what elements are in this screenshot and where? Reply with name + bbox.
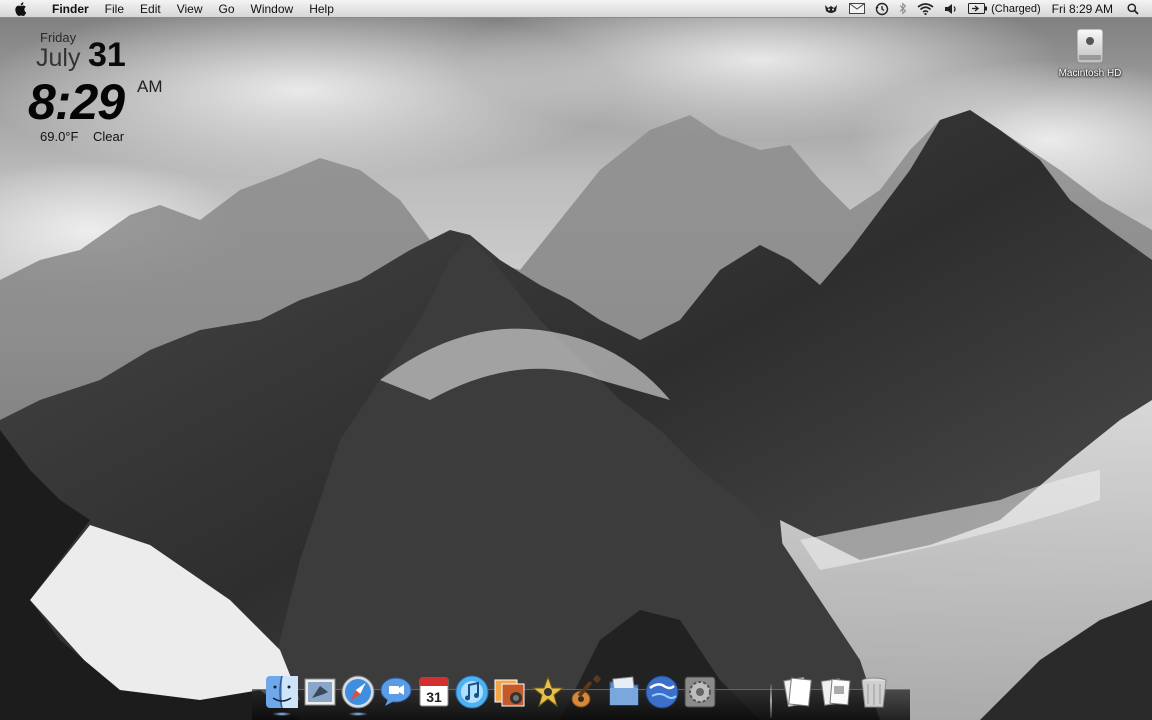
trash-icon[interactable] [856,674,892,710]
iphoto-icon[interactable] [492,674,528,710]
widget-date: 31 [88,36,126,74]
hard-drive-icon [1072,27,1108,65]
widget-day: Friday [40,30,77,45]
menu-edit[interactable]: Edit [132,0,169,18]
macintosh-hd-label: Macintosh HD [1058,68,1122,79]
itunes-icon[interactable] [454,674,490,710]
menu-bar: Finder File Edit View Go Window Help (Ch… [0,0,1152,18]
system-preferences-icon[interactable] [682,674,718,710]
safari-running-indicator [348,712,368,716]
apple-logo-icon[interactable] [0,1,44,16]
dock: 31 [252,668,910,720]
widget-condition: Clear [93,129,125,144]
widget-month: July [36,44,81,72]
google-earth-icon[interactable] [644,674,680,710]
mail-icon[interactable] [302,674,338,710]
widget-ampm: AM [137,77,163,96]
battery-icon [968,3,988,14]
spotlight-search-icon[interactable] [1127,0,1139,18]
app-menu-finder[interactable]: Finder [44,0,97,18]
downloads-stack-icon[interactable] [606,674,642,710]
documents-stack-icon[interactable] [780,674,816,710]
ical-date-text: 31 [426,689,442,705]
menu-view[interactable]: View [169,0,211,18]
garageband-icon[interactable] [568,674,604,710]
battery-status[interactable]: (Charged) [968,0,1041,18]
wifi-icon[interactable] [917,0,934,18]
macintosh-hd-desktop-item[interactable]: Macintosh HD [1052,27,1128,79]
menu-go[interactable]: Go [211,0,243,18]
ichat-icon[interactable] [378,674,414,710]
widget-temperature: 69.0°F [40,129,79,144]
menu-window[interactable]: Window [243,0,302,18]
imovie-icon[interactable] [530,674,566,710]
menu-help[interactable]: Help [301,0,342,18]
time-machine-icon[interactable] [875,0,889,18]
datetime-weather-widget: Friday July 31 8:29 AM 69.0°F Clear [0,0,200,150]
bluetooth-icon[interactable] [899,0,907,18]
volume-icon[interactable] [944,0,958,18]
menubar-clock[interactable]: Fri 8:29 AM [1052,0,1113,18]
menu-file[interactable]: File [97,0,132,18]
battery-charged-label: (Charged) [991,2,1041,15]
ical-icon[interactable]: 31 [416,674,452,710]
finder-running-indicator [272,712,292,716]
mail-icon[interactable] [849,0,866,18]
growl-icon[interactable] [823,0,839,18]
safari-icon[interactable] [340,674,376,716]
applications-stack-icon[interactable] [818,674,854,710]
dock-separator [770,684,772,718]
finder-icon[interactable] [264,674,300,716]
widget-time: 8:29 [28,74,125,130]
